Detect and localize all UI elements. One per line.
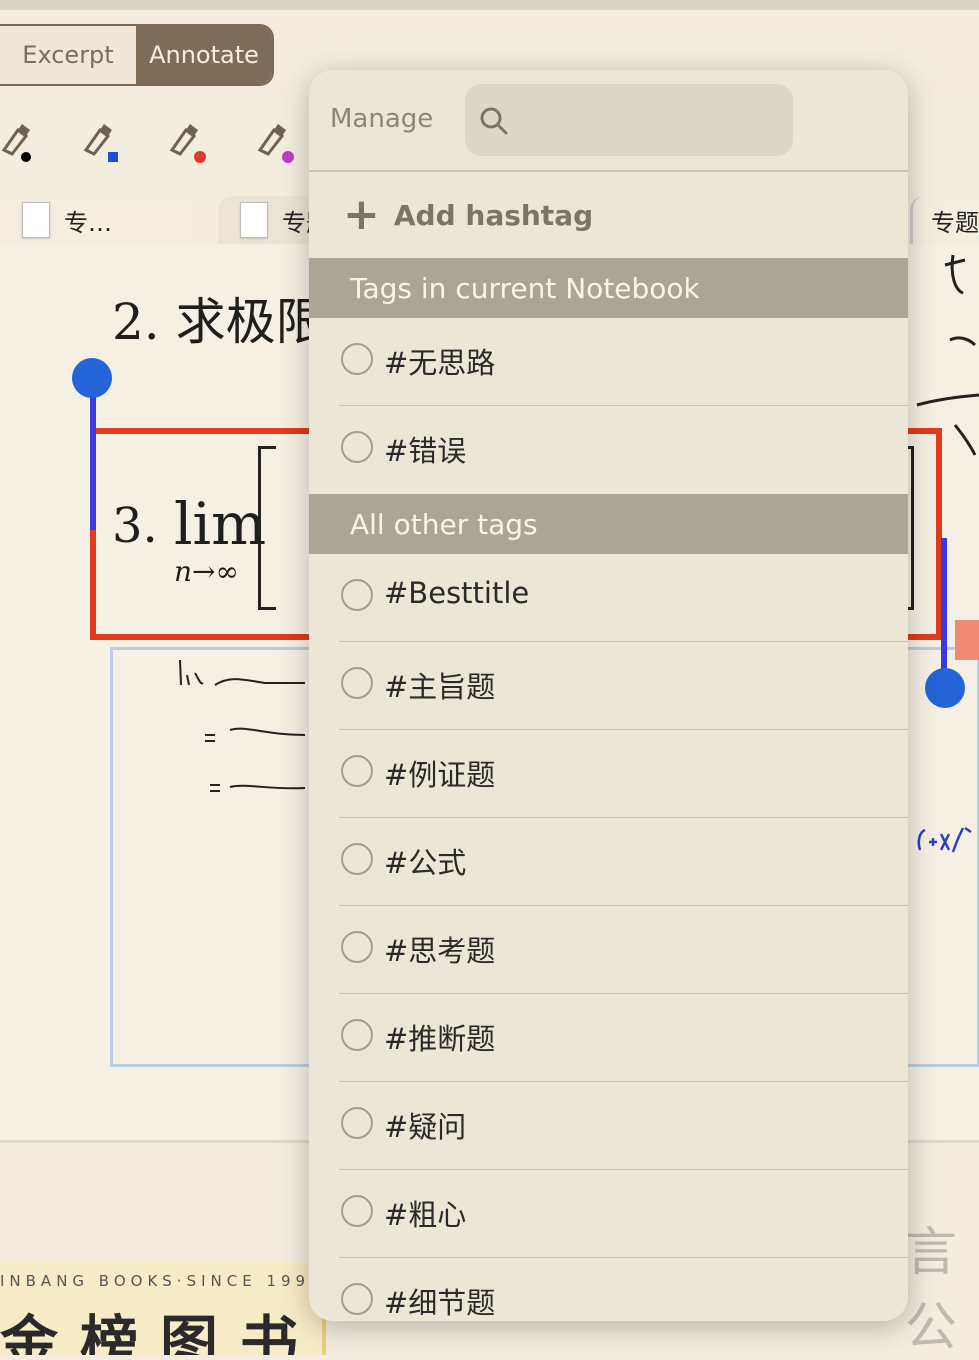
section-other-tags: All other tags xyxy=(309,494,908,554)
tag-search-input[interactable] xyxy=(465,84,793,156)
doc-tab-1[interactable]: 专… xyxy=(0,196,192,244)
tag-row[interactable]: #粗心 xyxy=(309,1170,908,1258)
red-marker-tab xyxy=(955,620,979,660)
popover-header: Manage xyxy=(309,70,908,172)
banner-title: 金榜图书 xyxy=(0,1309,321,1355)
limit-subscript: n→∞ xyxy=(174,555,239,588)
tag-label: #Besttitle xyxy=(384,576,530,610)
tag-row[interactable]: #Besttitle xyxy=(309,554,908,642)
radio-unchecked-icon[interactable] xyxy=(341,579,373,611)
section-other-label: All other tags xyxy=(350,507,538,541)
section-current-notebook: Tags in current Notebook xyxy=(309,258,908,318)
radio-unchecked-icon[interactable] xyxy=(341,931,373,963)
top-strip xyxy=(0,0,979,10)
handwritten-margin xyxy=(916,254,979,456)
selection-handle-end[interactable] xyxy=(925,668,965,708)
tag-row[interactable]: #主旨题 xyxy=(309,642,908,730)
doc-tab-3[interactable]: 专题 xyxy=(910,196,979,244)
radio-unchecked-icon[interactable] xyxy=(341,431,373,463)
tag-label: #细节题 xyxy=(384,1286,496,1320)
black-pen-icon[interactable] xyxy=(0,120,40,164)
tag-label: #主旨题 xyxy=(384,670,496,704)
doc-tab-label: 专题 xyxy=(931,208,979,237)
add-hashtag-button[interactable]: + Add hashtag xyxy=(309,172,908,258)
tag-row[interactable]: #细节题 xyxy=(309,1258,908,1321)
handwritten-work xyxy=(179,659,306,792)
mode-segmented-control: Excerpt Annotate xyxy=(0,24,274,86)
tag-row[interactable]: #例证题 xyxy=(309,730,908,818)
tag-label: #错误 xyxy=(384,434,467,468)
radio-unchecked-icon[interactable] xyxy=(341,1283,373,1315)
red-pen-icon[interactable] xyxy=(168,120,208,164)
manage-button[interactable]: Manage xyxy=(330,104,433,134)
blue-pen-icon[interactable] xyxy=(82,120,122,164)
radio-unchecked-icon[interactable] xyxy=(341,755,373,787)
radio-unchecked-icon[interactable] xyxy=(341,343,373,375)
excerpt-tab[interactable]: Excerpt xyxy=(0,26,136,84)
selection-handle-end-line xyxy=(941,538,947,688)
tag-label: #疑问 xyxy=(384,1110,467,1144)
selection-handle-start[interactable] xyxy=(72,358,112,398)
tag-label: #例证题 xyxy=(384,758,496,792)
radio-unchecked-icon[interactable] xyxy=(341,843,373,875)
tag-row[interactable]: #推断题 xyxy=(309,994,908,1082)
radio-unchecked-icon[interactable] xyxy=(341,1195,373,1227)
handwritten-blue-note xyxy=(917,826,972,853)
tag-row[interactable]: #疑问 xyxy=(309,1082,908,1170)
tag-label: #公式 xyxy=(384,846,467,880)
left-bracket xyxy=(258,446,276,610)
tag-label: #思考题 xyxy=(384,934,496,968)
radio-unchecked-icon[interactable] xyxy=(341,1107,373,1139)
plus-icon: + xyxy=(343,189,380,240)
doc-thumbnail-icon xyxy=(22,202,50,238)
radio-unchecked-icon[interactable] xyxy=(341,667,373,699)
problem-2-text: 2. 求极限 xyxy=(112,293,326,351)
section-current-label: Tags in current Notebook xyxy=(350,271,700,305)
annotate-tab[interactable]: Annotate xyxy=(136,26,272,84)
page-text-fragment: 言公 xyxy=(905,1223,958,1358)
selection-handle-start-line xyxy=(90,380,96,530)
radio-unchecked-icon[interactable] xyxy=(341,1019,373,1051)
banner-tagline: INBANG BOOKS·SINCE 1997 xyxy=(0,1272,325,1290)
search-icon xyxy=(480,107,508,135)
limit-symbol: lim xyxy=(174,490,267,558)
tag-row[interactable]: #公式 xyxy=(309,818,908,906)
doc-tab-label: 专… xyxy=(64,208,112,237)
tag-row[interactable]: #错误 xyxy=(309,406,908,494)
tag-label: #无思路 xyxy=(384,346,496,380)
problem-3-number: 3. xyxy=(112,498,158,554)
hashtag-popover: Manage + Add hashtag Tags in current Not… xyxy=(309,70,908,1321)
doc-thumbnail-icon xyxy=(240,202,268,238)
tag-label: #推断题 xyxy=(384,1022,496,1056)
tag-label: #粗心 xyxy=(384,1198,467,1232)
tag-row[interactable]: #思考题 xyxy=(309,906,908,994)
publisher-banner: INBANG BOOKS·SINCE 1997 金榜图书 xyxy=(0,1262,326,1355)
tag-row[interactable]: #无思路 xyxy=(309,318,908,406)
add-hashtag-label: Add hashtag xyxy=(393,198,594,232)
purple-pen-icon[interactable] xyxy=(256,120,296,164)
